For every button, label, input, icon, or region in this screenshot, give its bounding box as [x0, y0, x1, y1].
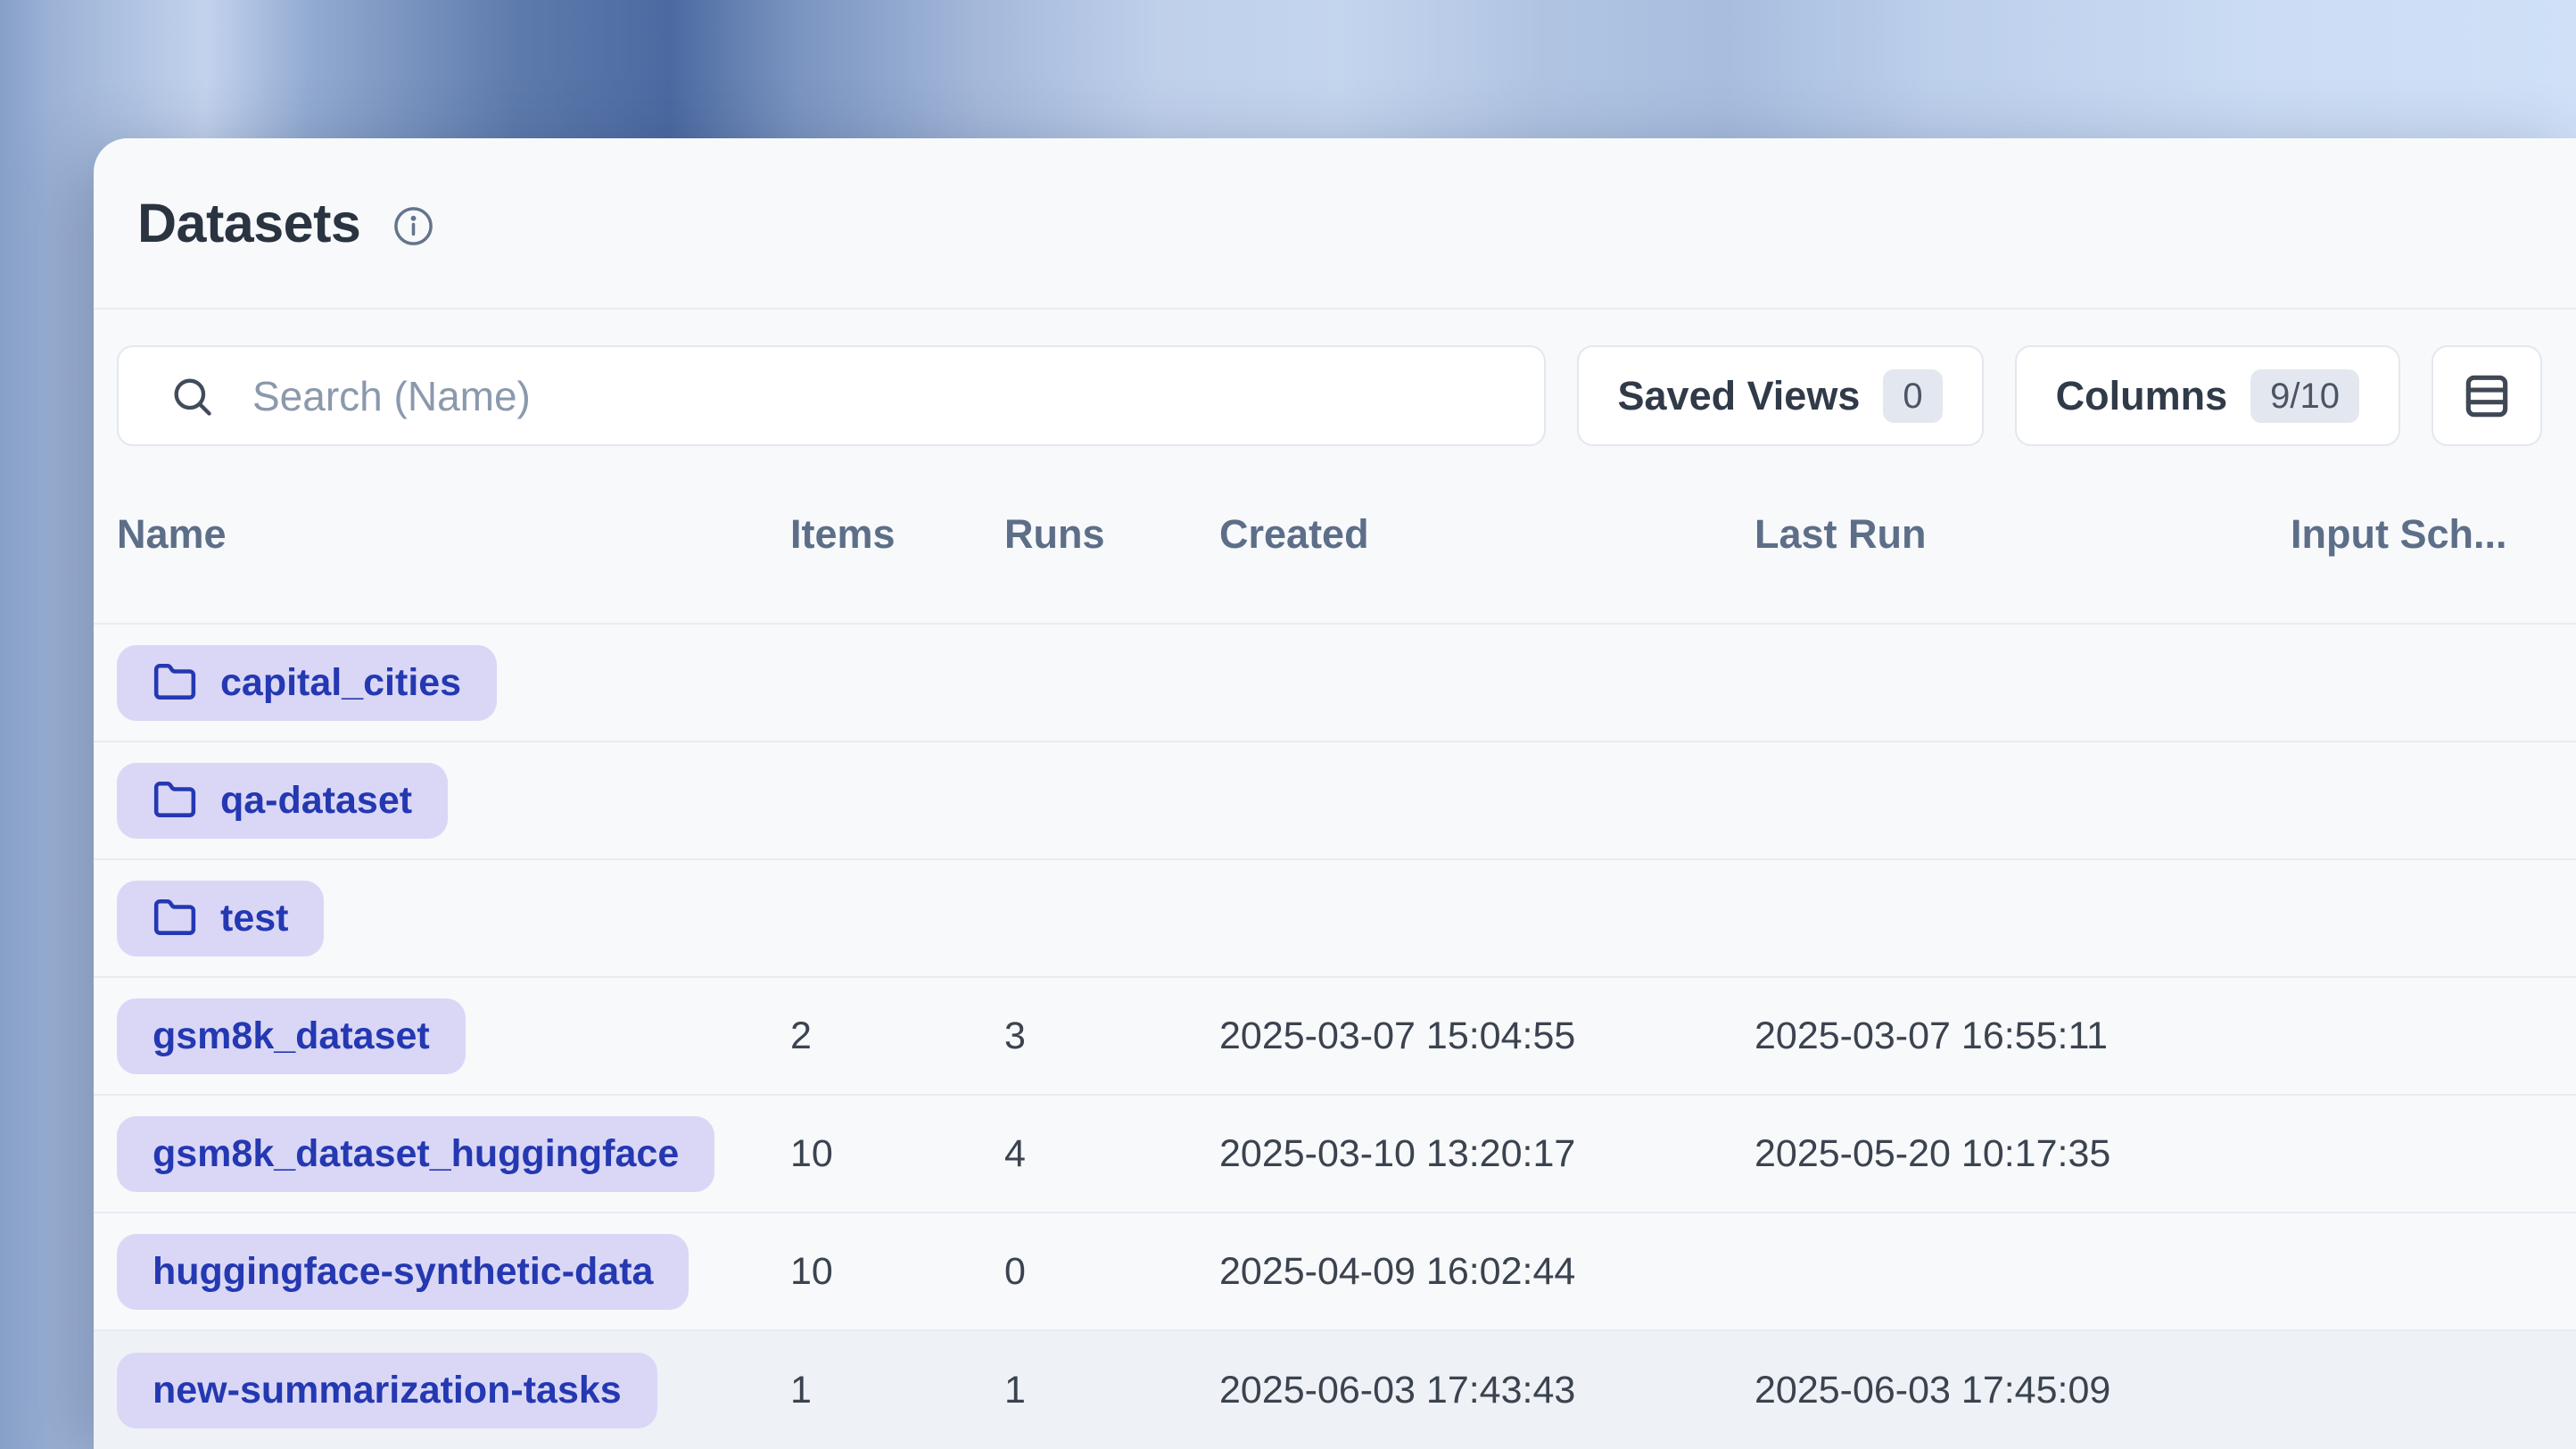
page-title: Datasets [137, 192, 360, 254]
table-row[interactable]: test [94, 860, 2576, 978]
toolbar: Saved Views 0 Columns 9/10 [94, 345, 2576, 446]
created-cell: 2025-03-10 13:20:17 [1219, 1132, 1754, 1176]
table-row[interactable]: huggingface-synthetic-data 10 0 2025-04-… [94, 1213, 2576, 1331]
items-cell: 1 [790, 1369, 1004, 1412]
runs-cell: 4 [1004, 1132, 1219, 1176]
last-run-cell: 2025-05-20 10:17:35 [1754, 1132, 2291, 1176]
dataset-name: capital_cities [220, 661, 461, 705]
table-row[interactable]: qa-dataset [94, 742, 2576, 860]
table-row[interactable]: capital_cities [94, 625, 2576, 742]
table-header-row: Name Items Runs Created Last Run Input S… [94, 446, 2576, 625]
column-header-last-run[interactable]: Last Run [1754, 511, 2291, 558]
datasets-table: Name Items Runs Created Last Run Input S… [94, 446, 2576, 1449]
page-header: Datasets [94, 138, 2576, 310]
dataset-name: gsm8k_dataset_huggingface [153, 1132, 679, 1176]
last-run-cell: 2025-06-03 17:45:09 [1754, 1369, 2291, 1412]
items-cell: 10 [790, 1250, 1004, 1294]
column-header-name[interactable]: Name [117, 511, 790, 558]
columns-count-badge: 9/10 [2250, 369, 2359, 423]
dataset-name: gsm8k_dataset [153, 1014, 430, 1058]
dataset-pill[interactable]: new-summarization-tasks [117, 1353, 657, 1428]
folder-pill[interactable]: capital_cities [117, 645, 497, 721]
columns-label: Columns [2056, 373, 2228, 419]
dataset-pill[interactable]: gsm8k_dataset_huggingface [117, 1116, 714, 1192]
created-cell: 2025-06-03 17:43:43 [1219, 1369, 1754, 1412]
dataset-pill[interactable]: huggingface-synthetic-data [117, 1234, 689, 1310]
created-cell: 2025-03-07 15:04:55 [1219, 1014, 1754, 1058]
folder-icon [153, 778, 197, 823]
column-header-items[interactable]: Items [790, 511, 1004, 558]
info-icon[interactable] [392, 205, 434, 247]
runs-cell: 3 [1004, 1014, 1219, 1058]
table-row[interactable]: gsm8k_dataset_huggingface 10 4 2025-03-1… [94, 1096, 2576, 1213]
runs-cell: 0 [1004, 1250, 1219, 1294]
last-run-cell: 2025-03-07 16:55:11 [1754, 1014, 2291, 1058]
table-view-button[interactable] [2432, 345, 2542, 446]
columns-button[interactable]: Columns 9/10 [2015, 345, 2400, 446]
table-row[interactable]: gsm8k_dataset 2 3 2025-03-07 15:04:55 20… [94, 978, 2576, 1096]
saved-views-count-badge: 0 [1883, 369, 1942, 423]
search-icon [169, 373, 215, 419]
saved-views-button[interactable]: Saved Views 0 [1577, 345, 1984, 446]
runs-cell: 1 [1004, 1369, 1219, 1412]
dataset-name: qa-dataset [220, 779, 412, 823]
search-input[interactable] [252, 372, 1505, 420]
items-cell: 2 [790, 1014, 1004, 1058]
folder-pill[interactable]: test [117, 881, 324, 956]
column-header-input-schema[interactable]: Input Sch... [2291, 511, 2576, 558]
datasets-panel: Datasets Saved Views 0 Columns 9/10 [94, 138, 2576, 1449]
folder-icon [153, 660, 197, 705]
column-header-created[interactable]: Created [1219, 511, 1754, 558]
folder-icon [153, 896, 197, 940]
column-header-runs[interactable]: Runs [1004, 511, 1219, 558]
dataset-name: test [220, 897, 288, 940]
folder-pill[interactable]: qa-dataset [117, 763, 448, 839]
dataset-name: new-summarization-tasks [153, 1369, 622, 1412]
created-cell: 2025-04-09 16:02:44 [1219, 1250, 1754, 1294]
search-box[interactable] [117, 345, 1546, 446]
saved-views-label: Saved Views [1618, 373, 1861, 419]
table-row[interactable]: new-summarization-tasks 1 1 2025-06-03 1… [94, 1331, 2576, 1449]
dataset-pill[interactable]: gsm8k_dataset [117, 998, 466, 1074]
dataset-name: huggingface-synthetic-data [153, 1250, 653, 1294]
table-rows-icon [2459, 368, 2514, 424]
items-cell: 10 [790, 1132, 1004, 1176]
